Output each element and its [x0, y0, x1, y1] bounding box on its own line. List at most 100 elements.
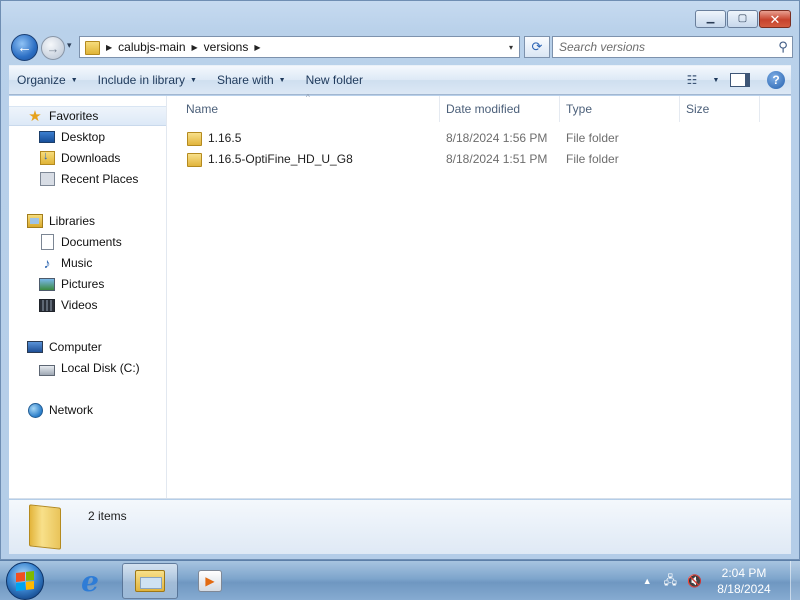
column-header-date-modified[interactable]: Date modified: [440, 96, 560, 122]
column-header-size[interactable]: Size: [680, 96, 760, 122]
help-icon[interactable]: ?: [767, 71, 785, 89]
content-area: ★ Favorites Desktop Downloads Recent Pla…: [9, 93, 791, 499]
details-pane: 2 items: [9, 500, 791, 554]
view-controls: ☷ ▼ ?: [679, 70, 791, 90]
item-count: 2 items: [88, 509, 127, 523]
preview-pane-icon[interactable]: [727, 70, 753, 90]
libraries-icon: [27, 213, 43, 229]
internet-explorer-icon: e: [81, 564, 99, 598]
nav-libraries-label: Libraries: [49, 214, 96, 228]
nav-local-disk-label: Local Disk (C:): [61, 361, 140, 375]
taskbar-media-player[interactable]: ▶: [182, 563, 238, 599]
nav-recent-places-label: Recent Places: [61, 172, 139, 186]
clock[interactable]: 2:04 PM 8/18/2024: [712, 565, 776, 597]
nav-pictures-label: Pictures: [61, 277, 105, 291]
downloads-icon: [39, 150, 55, 166]
recent-pages-dropdown[interactable]: ▾: [67, 40, 72, 51]
taskbar-internet-explorer[interactable]: e: [62, 563, 118, 599]
nav-pictures[interactable]: Pictures: [39, 274, 104, 294]
system-tray: ▲ 🖧 🔇 2:04 PM 8/18/2024: [643, 561, 800, 600]
taskbar-windows-explorer[interactable]: [122, 563, 178, 599]
file-list-pane[interactable]: ^ Name Date modified Type Size 1.16.5 8/…: [168, 93, 791, 498]
chevron-down-icon[interactable]: ▼: [709, 77, 723, 84]
computer-icon: [27, 339, 43, 355]
nav-local-disk[interactable]: Local Disk (C:): [39, 358, 140, 378]
address-dropdown-icon[interactable]: ▾: [503, 37, 519, 57]
column-date-label: Date modified: [446, 102, 521, 116]
nav-network-label: Network: [49, 403, 94, 417]
column-name-label: Name: [186, 102, 219, 116]
column-headers: ^ Name Date modified Type Size: [168, 93, 791, 122]
file-name: 1.16.5: [208, 130, 242, 145]
new-folder-button[interactable]: New folder: [296, 65, 373, 95]
chevron-down-icon: ▼: [190, 76, 197, 84]
hard-disk-icon: [39, 360, 55, 376]
navigation-row: ← → ▾ ▶ calubjs-main ▶ versions ▶ ▾ ⟳ ⚲: [9, 33, 793, 61]
breadcrumb-versions[interactable]: versions: [204, 40, 249, 54]
network-status-icon[interactable]: 🖧: [664, 571, 677, 592]
documents-icon: [39, 234, 55, 250]
file-date: 8/18/2024 1:51 PM: [446, 151, 548, 166]
nav-documents-label: Documents: [61, 235, 122, 249]
close-button[interactable]: ✕: [759, 10, 791, 28]
recent-places-icon: [39, 171, 55, 187]
breadcrumb-separator-icon[interactable]: ▶: [254, 43, 260, 52]
breadcrumb-separator-icon[interactable]: ▶: [192, 43, 198, 52]
nav-desktop[interactable]: Desktop: [39, 127, 105, 147]
search-box[interactable]: ⚲: [552, 36, 793, 58]
navigation-pane[interactable]: ★ Favorites Desktop Downloads Recent Pla…: [9, 96, 167, 498]
nav-computer-label: Computer: [49, 340, 102, 354]
nav-favorites-label: Favorites: [49, 109, 99, 123]
clock-date: 8/18/2024: [717, 582, 771, 596]
new-folder-label: New folder: [305, 73, 363, 87]
nav-recent-places[interactable]: Recent Places: [39, 169, 138, 189]
volume-muted-icon[interactable]: 🔇: [687, 574, 702, 588]
folder-icon: [84, 40, 100, 55]
flag-quadrant: [25, 580, 34, 590]
chevron-down-icon: ▼: [70, 76, 78, 84]
nav-computer[interactable]: Computer: [27, 337, 102, 357]
nav-libraries[interactable]: Libraries: [27, 211, 95, 231]
file-name: 1.16.5-OptiFine_HD_U_G8: [208, 151, 353, 166]
file-type: File folder: [566, 130, 619, 145]
address-bar[interactable]: ▶ calubjs-main ▶ versions ▶ ▾: [79, 36, 520, 58]
clock-time: 2:04 PM: [721, 566, 767, 580]
breadcrumb-separator-icon[interactable]: ▶: [106, 43, 112, 52]
change-view-icon[interactable]: ☷: [679, 70, 705, 90]
back-button[interactable]: ←: [11, 34, 38, 61]
chevron-down-icon: ▼: [278, 76, 286, 84]
nav-favorites[interactable]: ★ Favorites: [9, 106, 166, 126]
nav-music[interactable]: ♪ Music: [39, 253, 93, 273]
organize-button[interactable]: Organize ▼: [9, 65, 88, 95]
organize-label: Organize: [17, 73, 66, 87]
nav-documents[interactable]: Documents: [39, 232, 122, 252]
search-input[interactable]: [559, 40, 774, 54]
column-header-type[interactable]: Type: [560, 96, 680, 122]
show-desktop-button[interactable]: [790, 561, 800, 600]
file-rows: 1.16.5 8/18/2024 1:56 PM File folder 1.1…: [168, 127, 791, 169]
breadcrumb-calubjs-main[interactable]: calubjs-main: [118, 40, 185, 54]
pictures-icon: [39, 276, 55, 292]
nav-downloads[interactable]: Downloads: [39, 148, 120, 168]
maximize-button[interactable]: ▢: [727, 10, 758, 28]
search-icon[interactable]: ⚲: [774, 39, 792, 55]
include-in-library-button[interactable]: Include in library ▼: [88, 65, 207, 95]
sort-ascending-icon: ^: [306, 93, 310, 102]
file-row[interactable]: 1.16.5 8/18/2024 1:56 PM File folder: [168, 127, 791, 148]
network-icon: [27, 402, 43, 418]
file-type: File folder: [566, 151, 619, 166]
nav-videos[interactable]: Videos: [39, 295, 97, 315]
nav-network[interactable]: Network: [27, 400, 93, 420]
nav-music-label: Music: [61, 256, 93, 270]
refresh-button[interactable]: ⟳: [524, 36, 550, 58]
forward-button[interactable]: →: [41, 36, 65, 60]
share-with-button[interactable]: Share with ▼: [207, 65, 296, 95]
minimize-button[interactable]: ▁: [695, 10, 726, 28]
column-header-name[interactable]: ^ Name: [168, 93, 440, 122]
file-row[interactable]: 1.16.5-OptiFine_HD_U_G8 8/18/2024 1:51 P…: [168, 148, 791, 169]
flag-quadrant: [16, 581, 25, 591]
show-hidden-icons-icon[interactable]: ▲: [643, 576, 652, 586]
flag-quadrant: [16, 572, 25, 582]
taskbar: e ▶ ▲ 🖧 🔇 2:04 PM 8/18/2024: [0, 560, 800, 600]
start-button[interactable]: [6, 562, 44, 600]
